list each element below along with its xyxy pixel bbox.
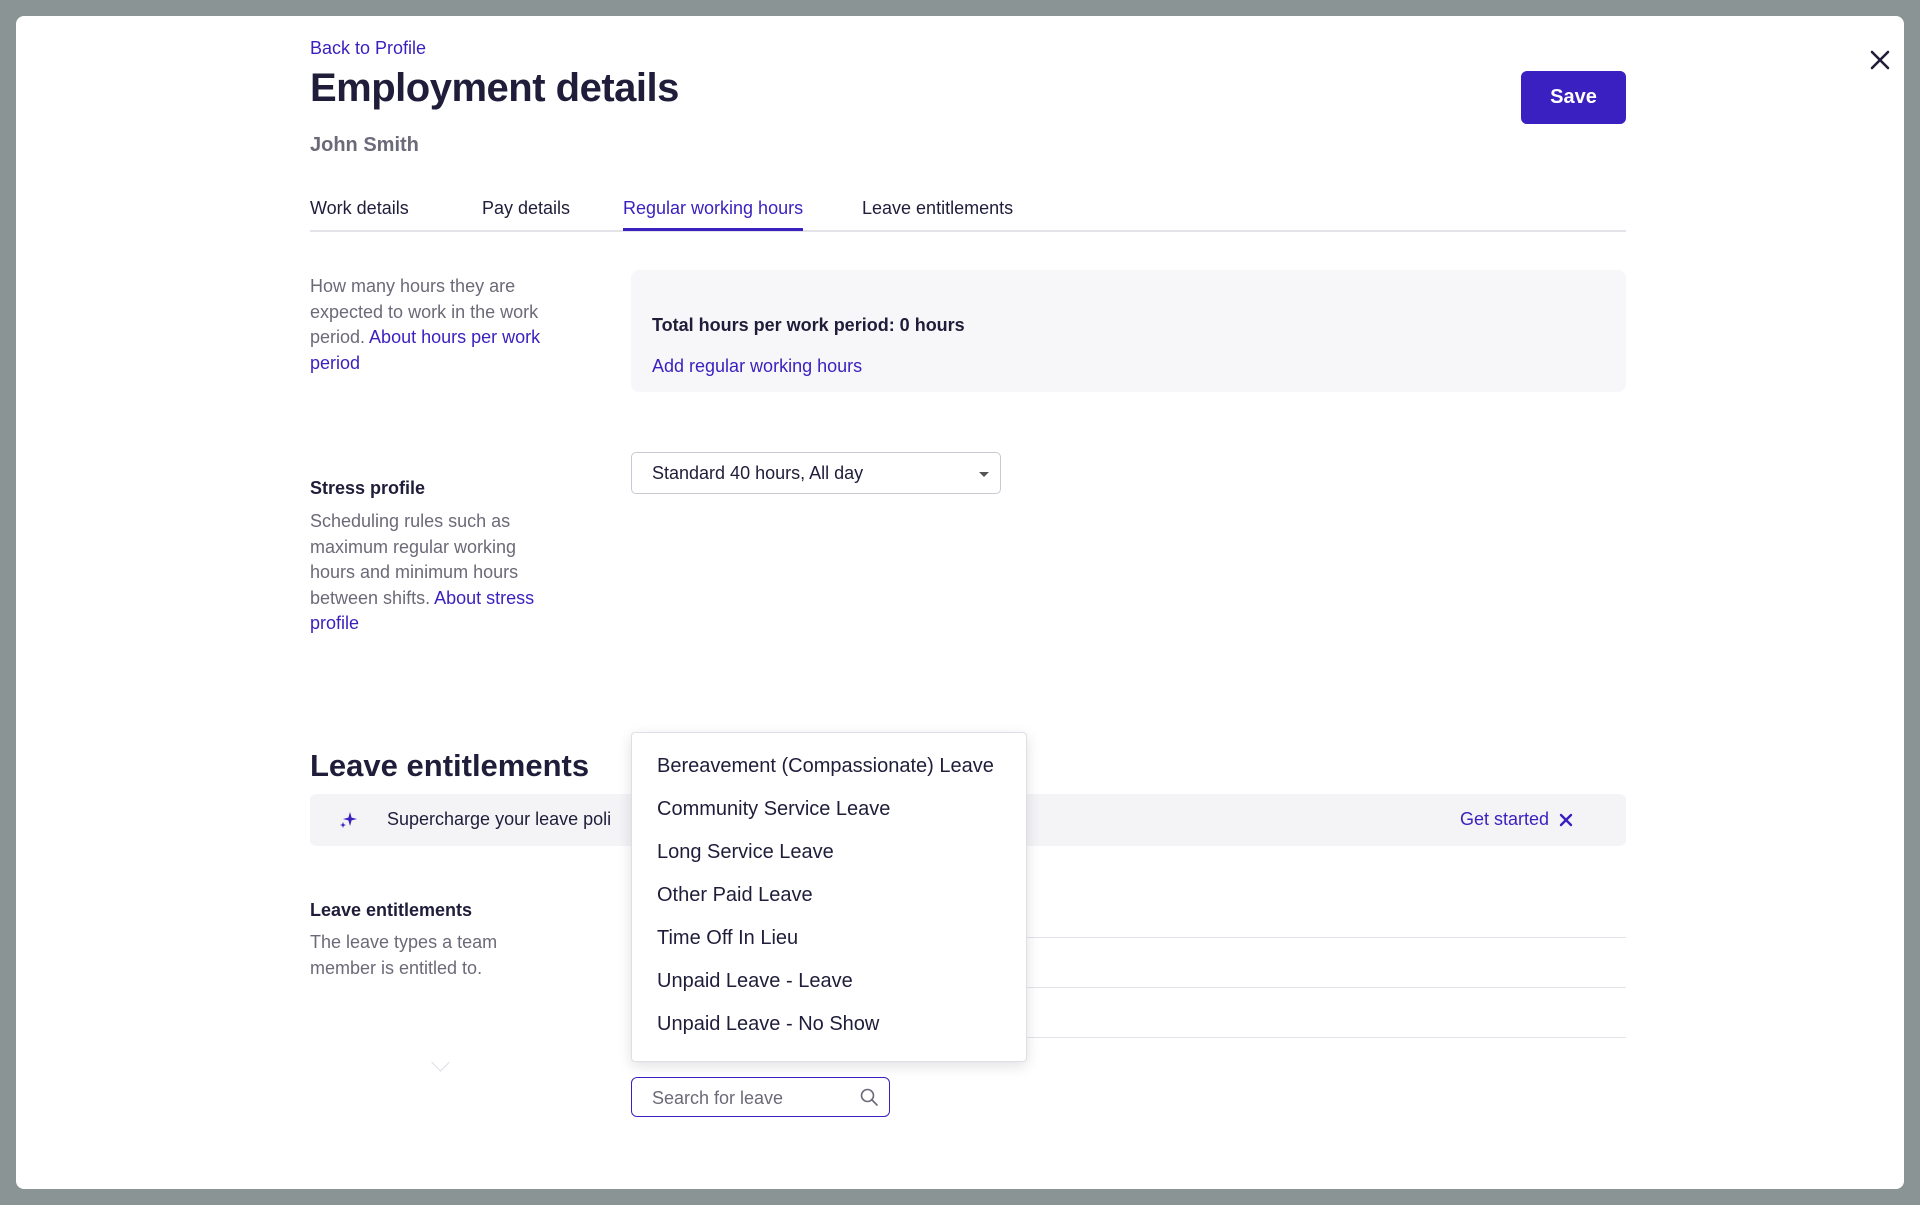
back-to-profile-link[interactable]: Back to Profile: [310, 38, 426, 59]
tab-pay-details[interactable]: Pay details: [482, 198, 570, 228]
employee-name: John Smith: [310, 134, 419, 156]
dropdown-option[interactable]: Other Paid Leave: [657, 884, 813, 907]
dropdown-option[interactable]: Community Service Leave: [657, 798, 890, 821]
tab-regular-working-hours[interactable]: Regular working hours: [623, 198, 804, 231]
dropdown-option[interactable]: Unpaid Leave - Leave: [657, 970, 853, 993]
stress-profile-select[interactable]: Standard 40 hours, All day: [631, 452, 1001, 494]
search-icon: [860, 1088, 878, 1106]
close-button[interactable]: [1856, 36, 1904, 84]
dropdown-pointer: [431, 1053, 450, 1072]
leave-entitlements-heading: Leave entitlements: [310, 748, 590, 783]
get-started-link[interactable]: Get started: [1460, 809, 1549, 830]
tab-bar: Work details Pay details Regular working…: [310, 198, 1626, 232]
leave-search-input[interactable]: [650, 1084, 854, 1112]
hours-help-text: How many hours they are expected to work…: [310, 274, 560, 376]
stress-profile-value: Standard 40 hours, All day: [652, 463, 864, 483]
leave-search-field[interactable]: [631, 1077, 890, 1117]
dismiss-icon: [1559, 813, 1573, 827]
total-hours-label: Total hours per work period: 0 hours: [652, 315, 965, 335]
save-button[interactable]: Save: [1521, 71, 1626, 124]
dropdown-option[interactable]: Bereavement (Compassionate) Leave: [657, 755, 994, 778]
tab-work-details[interactable]: Work details: [310, 198, 409, 228]
chevron-down-icon: [979, 472, 989, 477]
stress-help-text: Scheduling rules such as maximum regular…: [310, 509, 560, 637]
banner-text: Supercharge your leave poli: [387, 809, 612, 829]
stress-profile-label: Stress profile: [310, 478, 426, 498]
hours-summary-box: Total hours per work period: 0 hours Add…: [631, 270, 1626, 392]
tab-leave-entitlements[interactable]: Leave entitlements: [862, 198, 1013, 228]
page-title: Employment details: [310, 66, 679, 110]
sparkle-icon: [340, 812, 357, 828]
close-icon: [1870, 50, 1890, 70]
leave-type-dropdown: Bereavement (Compassionate) Leave Commun…: [631, 732, 1027, 1062]
add-regular-working-hours-link[interactable]: Add regular working hours: [652, 356, 862, 377]
dropdown-option[interactable]: Long Service Leave: [657, 841, 834, 864]
employment-details-modal: Back to Profile Employment details John …: [16, 16, 1904, 1189]
leave-entitlements-help: The leave types a team member is entitle…: [310, 932, 498, 978]
leave-entitlements-label: Leave entitlements: [310, 900, 473, 920]
dropdown-option[interactable]: Time Off In Lieu: [657, 927, 798, 950]
dropdown-option[interactable]: Unpaid Leave - No Show: [657, 1013, 879, 1036]
dismiss-banner-button[interactable]: [1554, 808, 1578, 832]
